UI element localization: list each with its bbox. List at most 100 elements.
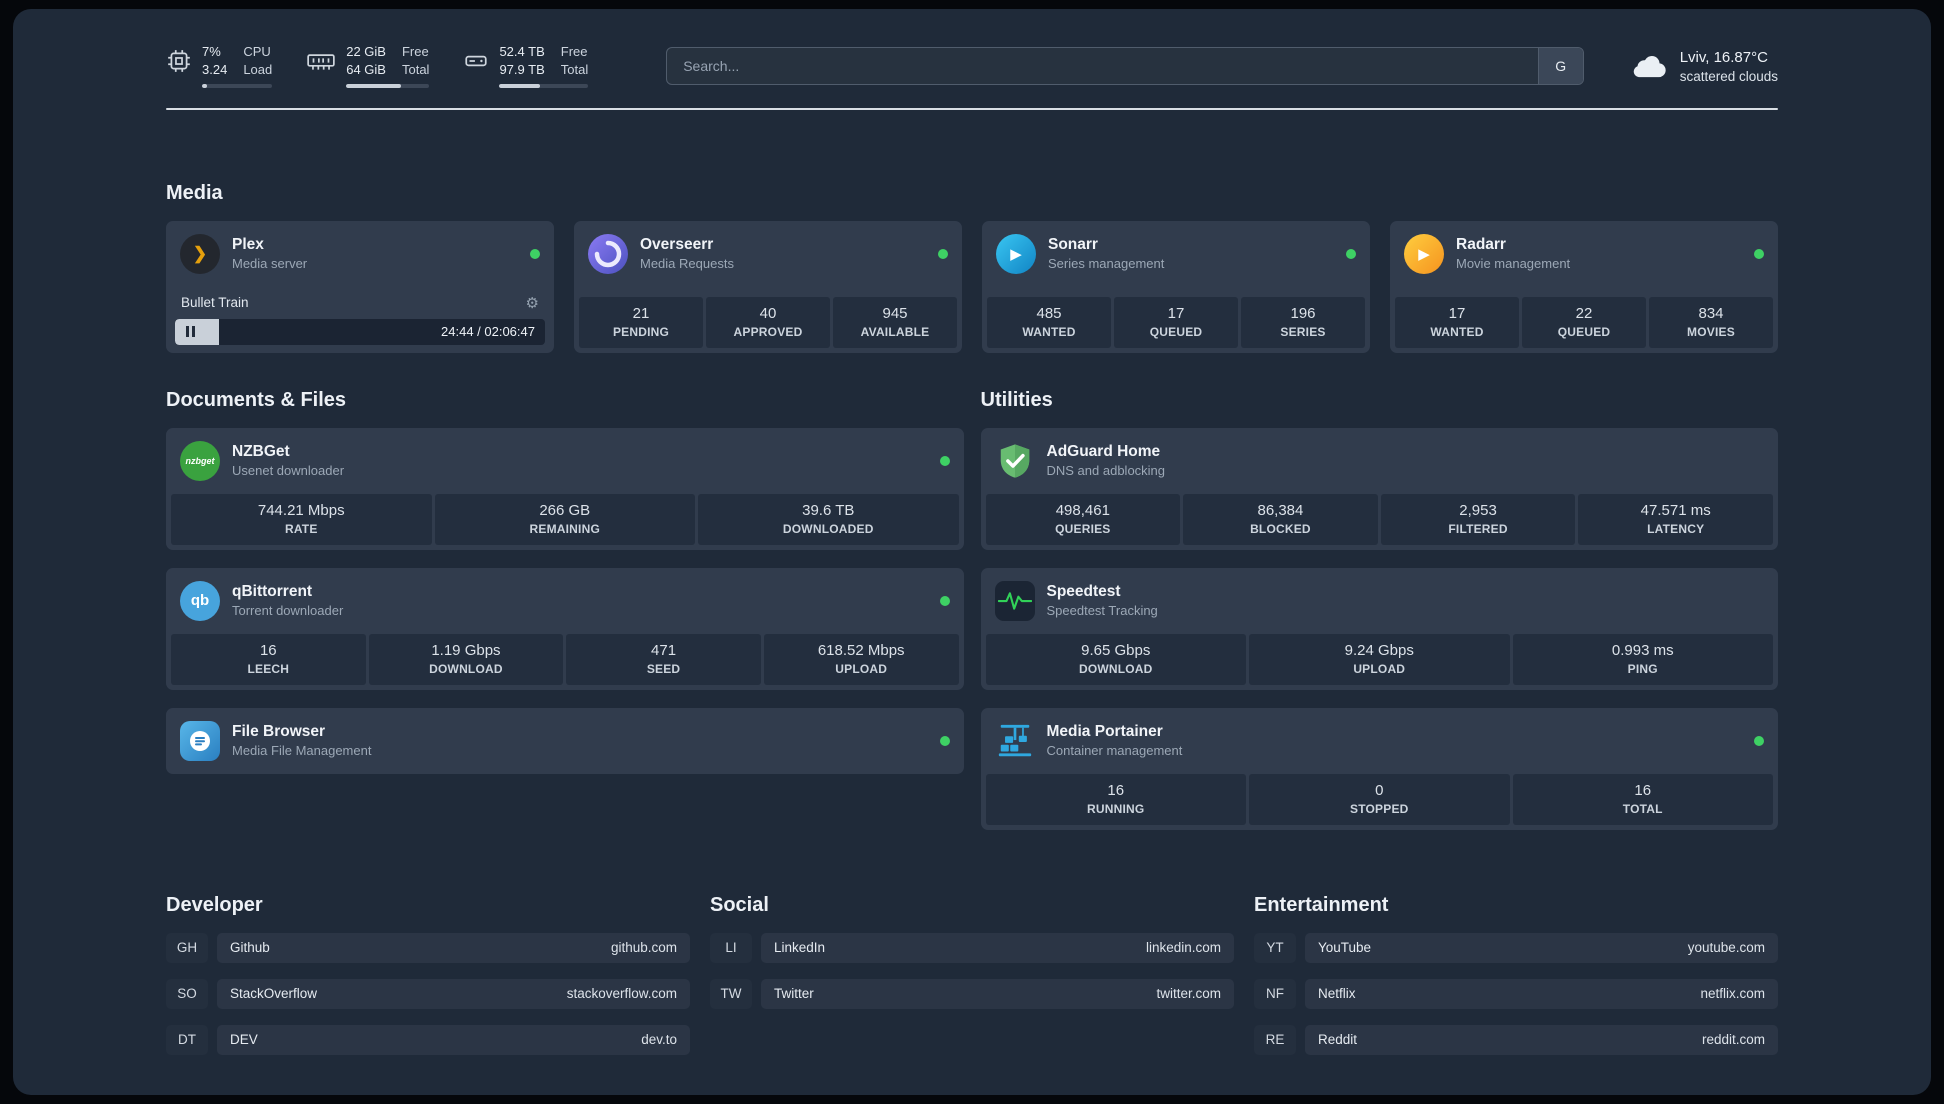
cpu-usage-value: 7% xyxy=(202,44,221,59)
stat-rate: 744.21 Mbps RATE xyxy=(171,493,432,545)
stat-queued: 22 QUEUED xyxy=(1522,296,1646,348)
service-subtitle: DNS and adblocking xyxy=(1046,463,1166,479)
playback-progress-bar[interactable]: 24:44 / 02:06:47 xyxy=(175,318,545,345)
cpu-load-value: 3.24 xyxy=(202,61,228,77)
bookmark-abbr: TW xyxy=(710,978,752,1009)
qbittorrent-icon: qb xyxy=(180,580,220,621)
stat-series: 196 SERIES xyxy=(1241,296,1365,348)
stat-filtered: 2,953 FILTERED xyxy=(1380,493,1576,545)
service-name: Radarr xyxy=(1456,236,1506,254)
status-dot xyxy=(939,735,950,746)
bookmark-abbr: RE xyxy=(1254,1024,1296,1055)
pause-icon[interactable] xyxy=(186,326,195,338)
section-title-documents: Documents & Files xyxy=(166,388,347,411)
bookmark-columns: Developer GH Github github.com SO StackOv… xyxy=(166,894,1778,1055)
service-card-overseerr[interactable]: Overseerr Media Requests 21 PENDING 40 APP… xyxy=(574,220,962,353)
bookmark-dev[interactable]: DT DEV dev.to xyxy=(166,1024,690,1055)
service-subtitle: Media Requests xyxy=(640,256,734,272)
memory-free-label: Free xyxy=(401,44,429,59)
stat-downloaded: 39.6 TB DOWNLOADED xyxy=(698,493,959,545)
bookmark-netflix[interactable]: NF Netflix netflix.com xyxy=(1254,978,1778,1009)
service-subtitle: Speedtest Tracking xyxy=(1046,603,1158,619)
search-input[interactable] xyxy=(667,48,1538,85)
bookmark-name: DEV xyxy=(230,1032,258,1048)
section-media: Media ❯ Plex Media server Bullet Train ⚙… xyxy=(166,182,1778,353)
stat-blocked: 86,384 BLOCKED xyxy=(1183,493,1378,545)
section-title-utilities: Utilities xyxy=(980,388,1053,411)
service-card-filebrowser[interactable]: File Browser Media File Management xyxy=(166,707,964,774)
service-subtitle: Usenet downloader xyxy=(232,463,345,479)
header-divider xyxy=(166,107,1778,110)
service-card-plex[interactable]: ❯ Plex Media server Bullet Train ⚙ 24:44… xyxy=(166,220,554,353)
gear-icon[interactable]: ⚙ xyxy=(526,294,539,312)
weather-widget: Lviv, 16.87°C scattered clouds xyxy=(1628,49,1778,84)
bookmark-reddit[interactable]: RE Reddit reddit.com xyxy=(1254,1024,1778,1055)
stat-leech: 16 LEECH xyxy=(171,633,366,685)
status-dot xyxy=(1754,248,1764,259)
bookmark-youtube[interactable]: YT YouTube youtube.com xyxy=(1254,932,1778,963)
cloud-icon xyxy=(1628,50,1668,83)
service-subtitle: Media File Management xyxy=(232,743,372,759)
stat-latency: 47.571 ms LATENCY xyxy=(1578,493,1773,545)
service-name: Plex xyxy=(232,236,264,254)
bookmark-name: LinkedIn xyxy=(774,940,826,956)
disk-progress-bar xyxy=(499,83,589,88)
service-card-nzbget[interactable]: nzbget NZBGet Usenet downloader 744.21 M… xyxy=(166,427,964,550)
stat-download: 9.65 Gbps DOWNLOAD xyxy=(985,633,1246,685)
bookmark-abbr: NF xyxy=(1254,978,1296,1009)
memory-icon xyxy=(306,48,336,79)
bookmark-url: twitter.com xyxy=(1156,986,1221,1002)
stat-stopped: 0 STOPPED xyxy=(1249,773,1510,825)
stat-queries: 498,461 QUERIES xyxy=(985,493,1181,545)
service-subtitle: Torrent downloader xyxy=(232,603,344,619)
service-card-speedtest[interactable]: Speedtest Speedtest Tracking 9.65 Gbps DO… xyxy=(980,567,1778,690)
bookmark-name: Twitter xyxy=(774,986,814,1002)
middle-columns: Documents & Files nzbget NZBGet Usenet d… xyxy=(166,389,1778,830)
search-engine-button[interactable]: G xyxy=(1537,48,1583,85)
adguard-icon xyxy=(995,441,1035,481)
stat-upload: 618.52 Mbps UPLOAD xyxy=(763,633,959,685)
service-card-portainer[interactable]: Media Portainer Container management 16 R… xyxy=(980,707,1778,830)
stat-download: 1.19 Gbps DOWNLOAD xyxy=(368,633,564,685)
bookmark-url: youtube.com xyxy=(1687,940,1765,956)
section-entertainment: Entertainment YT YouTube youtube.com NF N… xyxy=(1254,894,1778,1055)
bookmark-url: netflix.com xyxy=(1700,986,1765,1002)
section-title-social: Social xyxy=(710,893,769,916)
section-title-entertainment: Entertainment xyxy=(1254,893,1389,916)
status-dot xyxy=(530,248,540,259)
dashboard-page: 7% 3.24 CPU Load 22 GiB 64 GiB Free Tota… xyxy=(13,9,1931,1095)
bookmark-url: reddit.com xyxy=(1701,1032,1765,1048)
plex-icon: ❯ xyxy=(180,233,220,274)
bookmark-name: YouTube xyxy=(1318,940,1372,956)
service-card-sonarr[interactable]: ▶ Sonarr Series management 485 WANTED 17 Q… xyxy=(982,220,1370,353)
service-subtitle: Series management xyxy=(1048,256,1165,272)
now-playing-title: Bullet Train xyxy=(181,295,249,311)
stat-wanted: 485 WANTED xyxy=(987,296,1111,348)
bookmark-abbr: DT xyxy=(166,1024,208,1055)
search-bar[interactable]: G xyxy=(666,47,1584,86)
bookmark-linkedin[interactable]: LI LinkedIn linkedin.com xyxy=(710,932,1234,963)
bookmark-github[interactable]: GH Github github.com xyxy=(166,932,690,963)
section-social: Social LI LinkedIn linkedin.com TW Twitte… xyxy=(710,894,1234,1055)
service-card-radarr[interactable]: ▶ Radarr Movie management 17 WANTED 22 QUE… xyxy=(1390,220,1778,353)
radarr-icon: ▶ xyxy=(1404,233,1444,274)
service-card-adguard[interactable]: AdGuard Home DNS and adblocking 498,461 Q… xyxy=(980,427,1778,550)
service-subtitle: Media server xyxy=(232,256,308,272)
status-dot xyxy=(1346,248,1356,259)
disk-icon xyxy=(463,48,489,79)
bookmark-url: dev.to xyxy=(641,1032,677,1048)
service-subtitle: Container management xyxy=(1046,743,1183,759)
service-name: Sonarr xyxy=(1048,236,1098,254)
filebrowser-icon xyxy=(180,720,220,761)
top-bar: 7% 3.24 CPU Load 22 GiB 64 GiB Free Tota… xyxy=(166,44,1778,88)
service-name: qBittorrent xyxy=(232,583,313,601)
overseerr-icon xyxy=(588,233,628,274)
stat-available: 945 AVAILABLE xyxy=(833,296,957,348)
bookmark-stackoverflow[interactable]: SO StackOverflow stackoverflow.com xyxy=(166,978,690,1009)
service-card-qbittorrent[interactable]: qb qBittorrent Torrent downloader 16 LEEC… xyxy=(166,567,964,690)
bookmark-twitter[interactable]: TW Twitter twitter.com xyxy=(710,978,1234,1009)
bookmark-name: Github xyxy=(230,940,270,956)
weather-location-temp: Lviv, 16.87°C xyxy=(1679,48,1768,66)
bookmark-url: stackoverflow.com xyxy=(566,986,677,1002)
bookmark-name: StackOverflow xyxy=(230,986,318,1002)
